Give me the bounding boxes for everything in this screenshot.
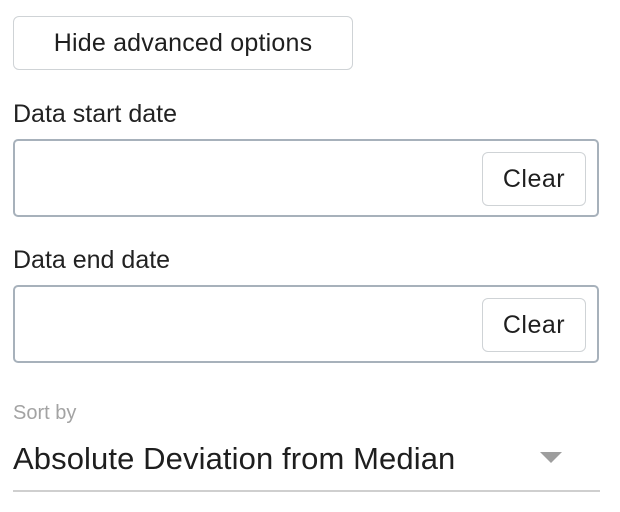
data-start-date-input[interactable] [29,161,469,197]
sort-by-select[interactable]: Absolute Deviation from Median [13,432,600,492]
sort-by-selected-value: Absolute Deviation from Median [13,441,456,476]
data-end-date-field: Clear [13,285,599,363]
data-start-date-label: Data start date [13,100,177,128]
hide-advanced-options-button[interactable]: Hide advanced options [13,16,353,70]
data-end-date-input[interactable] [29,307,469,343]
sort-by-label: Sort by [13,402,77,424]
data-end-date-label: Data end date [13,246,171,274]
clear-end-date-button[interactable]: Clear [482,298,586,352]
clear-start-date-button[interactable]: Clear [482,152,586,206]
dropdown-caret-icon [540,452,562,463]
data-start-date-field: Clear [13,139,599,217]
